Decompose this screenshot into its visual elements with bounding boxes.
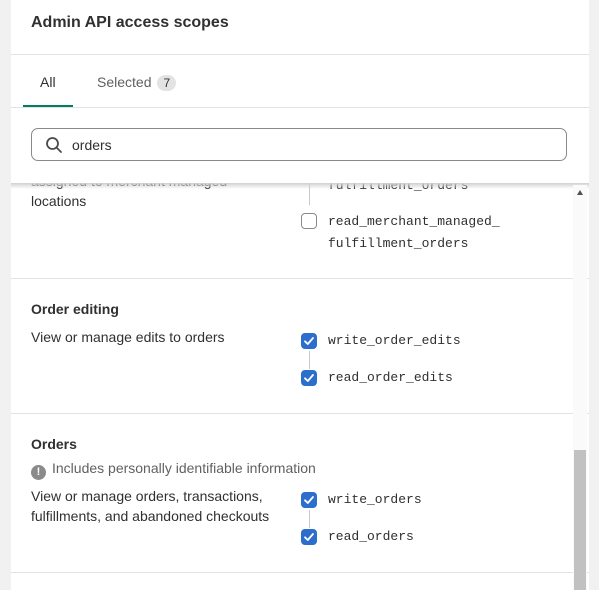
scrollbar-thumb[interactable] (574, 450, 586, 590)
divider (11, 107, 589, 108)
description-line: View or manage orders, transactions, (31, 488, 263, 504)
checkmark-icon (304, 337, 314, 345)
section-divider (11, 413, 589, 414)
checkmark-icon (304, 374, 314, 382)
scopes-list[interactable]: assigned to merchant managed locations f… (11, 183, 589, 590)
panel-title: Admin API access scopes (31, 14, 229, 31)
scope-label-line: read_merchant_managed_ (328, 214, 500, 229)
scope-label-read-merchant-managed: read_merchant_managed_ fulfillment_order… (328, 211, 500, 255)
scope-label-write-order-edits: write_order_edits (328, 333, 461, 348)
alert-circle-icon: ! (31, 465, 46, 480)
scope-connector (309, 510, 310, 528)
checkmark-icon (304, 533, 314, 541)
section-divider (11, 278, 589, 279)
api-scopes-panel: Admin API access scopes All Selected 7 or… (11, 0, 589, 590)
checkbox-read-order-edits[interactable] (301, 370, 317, 386)
scope-label-read-orders: read_orders (328, 529, 414, 544)
scope-label-line: fulfillment_orders (328, 236, 469, 251)
scroll-up-arrow-icon[interactable] (577, 190, 583, 195)
checkbox-read-orders[interactable] (301, 529, 317, 545)
search-value: orders (72, 137, 112, 153)
description-line: locations (31, 193, 87, 209)
sticky-header-shadow (11, 183, 589, 189)
checkbox-read-merchant-managed[interactable] (301, 213, 317, 229)
description-line: fulfillments, and abandoned checkouts (31, 508, 270, 524)
tab-all[interactable]: All (40, 74, 56, 90)
divider (11, 54, 589, 55)
section-title-order-editing: Order editing (31, 301, 119, 317)
section-description-orders: View or manage orders, transactions, ful… (31, 486, 291, 526)
tab-selected-label: Selected (97, 74, 152, 90)
section-divider (11, 572, 589, 573)
checkbox-write-orders[interactable] (301, 492, 317, 508)
pii-warning: ! Includes personally identifiable inform… (31, 460, 316, 480)
checkmark-icon (304, 496, 314, 504)
tab-all-label: All (40, 74, 56, 90)
scope-label-write-orders: write_orders (328, 492, 422, 507)
search-icon (46, 137, 62, 153)
tab-selected[interactable]: Selected 7 (97, 74, 177, 91)
section-description-order-editing: View or manage edits to orders (31, 329, 225, 345)
checkbox-write-order-edits[interactable] (301, 333, 317, 349)
scope-connector (309, 351, 310, 369)
scope-label-read-order-edits: read_order_edits (328, 370, 453, 385)
pii-warning-text: Includes personally identifiable informa… (52, 460, 316, 476)
section-title-orders: Orders (31, 436, 77, 452)
search-input[interactable]: orders (31, 128, 567, 161)
selected-count-badge: 7 (157, 75, 177, 91)
